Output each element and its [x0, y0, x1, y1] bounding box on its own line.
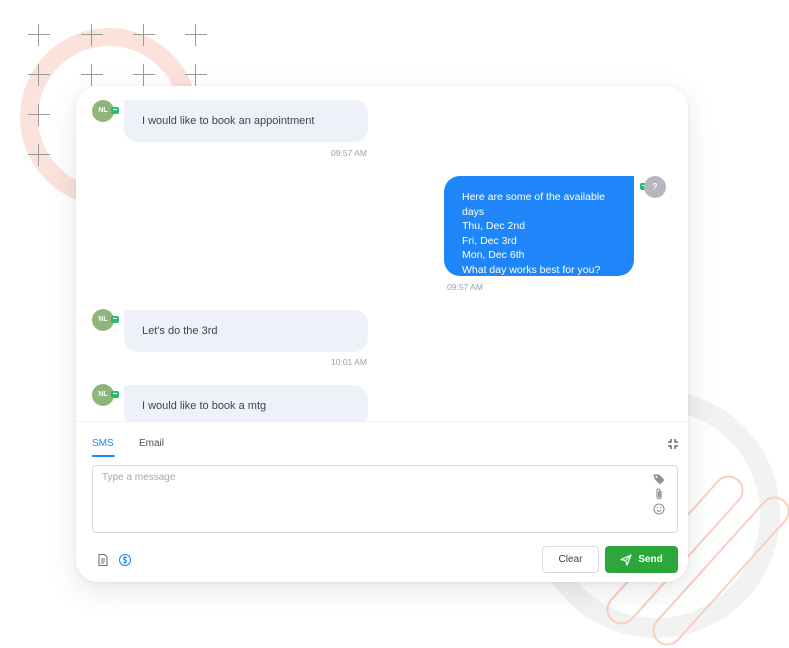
message-timestamp: 09:57 AM: [331, 148, 367, 158]
decorative-plus: [81, 64, 103, 86]
message-input-box: [92, 465, 678, 533]
outbound-message: Here are some of the available days Thu,…: [444, 176, 634, 276]
decorative-plus: [185, 64, 207, 86]
message-text: I would like to book a mtg: [142, 400, 267, 412]
minimize-icon[interactable]: [667, 438, 679, 450]
sms-channel-icon: [111, 316, 119, 323]
paperclip-icon[interactable]: [652, 487, 666, 501]
message-text: I would like to book an appointment: [142, 115, 315, 127]
message-line: Mon, Dec 6th: [462, 249, 525, 261]
decorative-plus: [28, 144, 50, 166]
message-line: Here are some of the available days: [462, 191, 605, 218]
decorative-plus: [28, 24, 50, 46]
decorative-plus: [28, 64, 50, 86]
message-line: Thu, Dec 2nd: [462, 220, 526, 232]
sms-channel-icon: [111, 391, 119, 398]
payment-icon[interactable]: [118, 553, 132, 567]
decorative-plus: [28, 104, 50, 126]
clear-button[interactable]: Clear: [542, 546, 599, 573]
send-button[interactable]: Send: [605, 546, 678, 573]
sms-channel-icon: [111, 107, 119, 114]
conversation-card: NL I would like to book an appointment 0…: [76, 86, 688, 582]
decorative-plus: [133, 64, 155, 86]
message-timestamp: 09:57 AM: [447, 282, 483, 292]
tag-icon[interactable]: [652, 472, 666, 486]
message-timestamp: 10:01 AM: [331, 357, 367, 367]
message-input[interactable]: [102, 472, 622, 483]
message-composer: SMS Email Clear: [76, 421, 688, 582]
send-icon: [620, 553, 632, 566]
message-line: What day works best for you?: [462, 263, 601, 276]
inbound-message: Let's do the 3rd: [124, 310, 368, 352]
send-label: Send: [638, 554, 663, 565]
message-text: Let's do the 3rd: [142, 325, 218, 337]
decorative-plus: [133, 24, 155, 46]
user-avatar: ?: [644, 176, 666, 198]
tab-email[interactable]: Email: [139, 438, 164, 449]
template-icon[interactable]: [96, 553, 110, 567]
message-line: Fri, Dec 3rd: [462, 234, 517, 247]
inbound-message: I would like to book an appointment: [124, 100, 368, 142]
decorative-plus: [185, 24, 207, 46]
tab-sms[interactable]: SMS: [92, 438, 115, 457]
decorative-plus: [81, 24, 103, 46]
emoji-icon[interactable]: [652, 502, 666, 516]
